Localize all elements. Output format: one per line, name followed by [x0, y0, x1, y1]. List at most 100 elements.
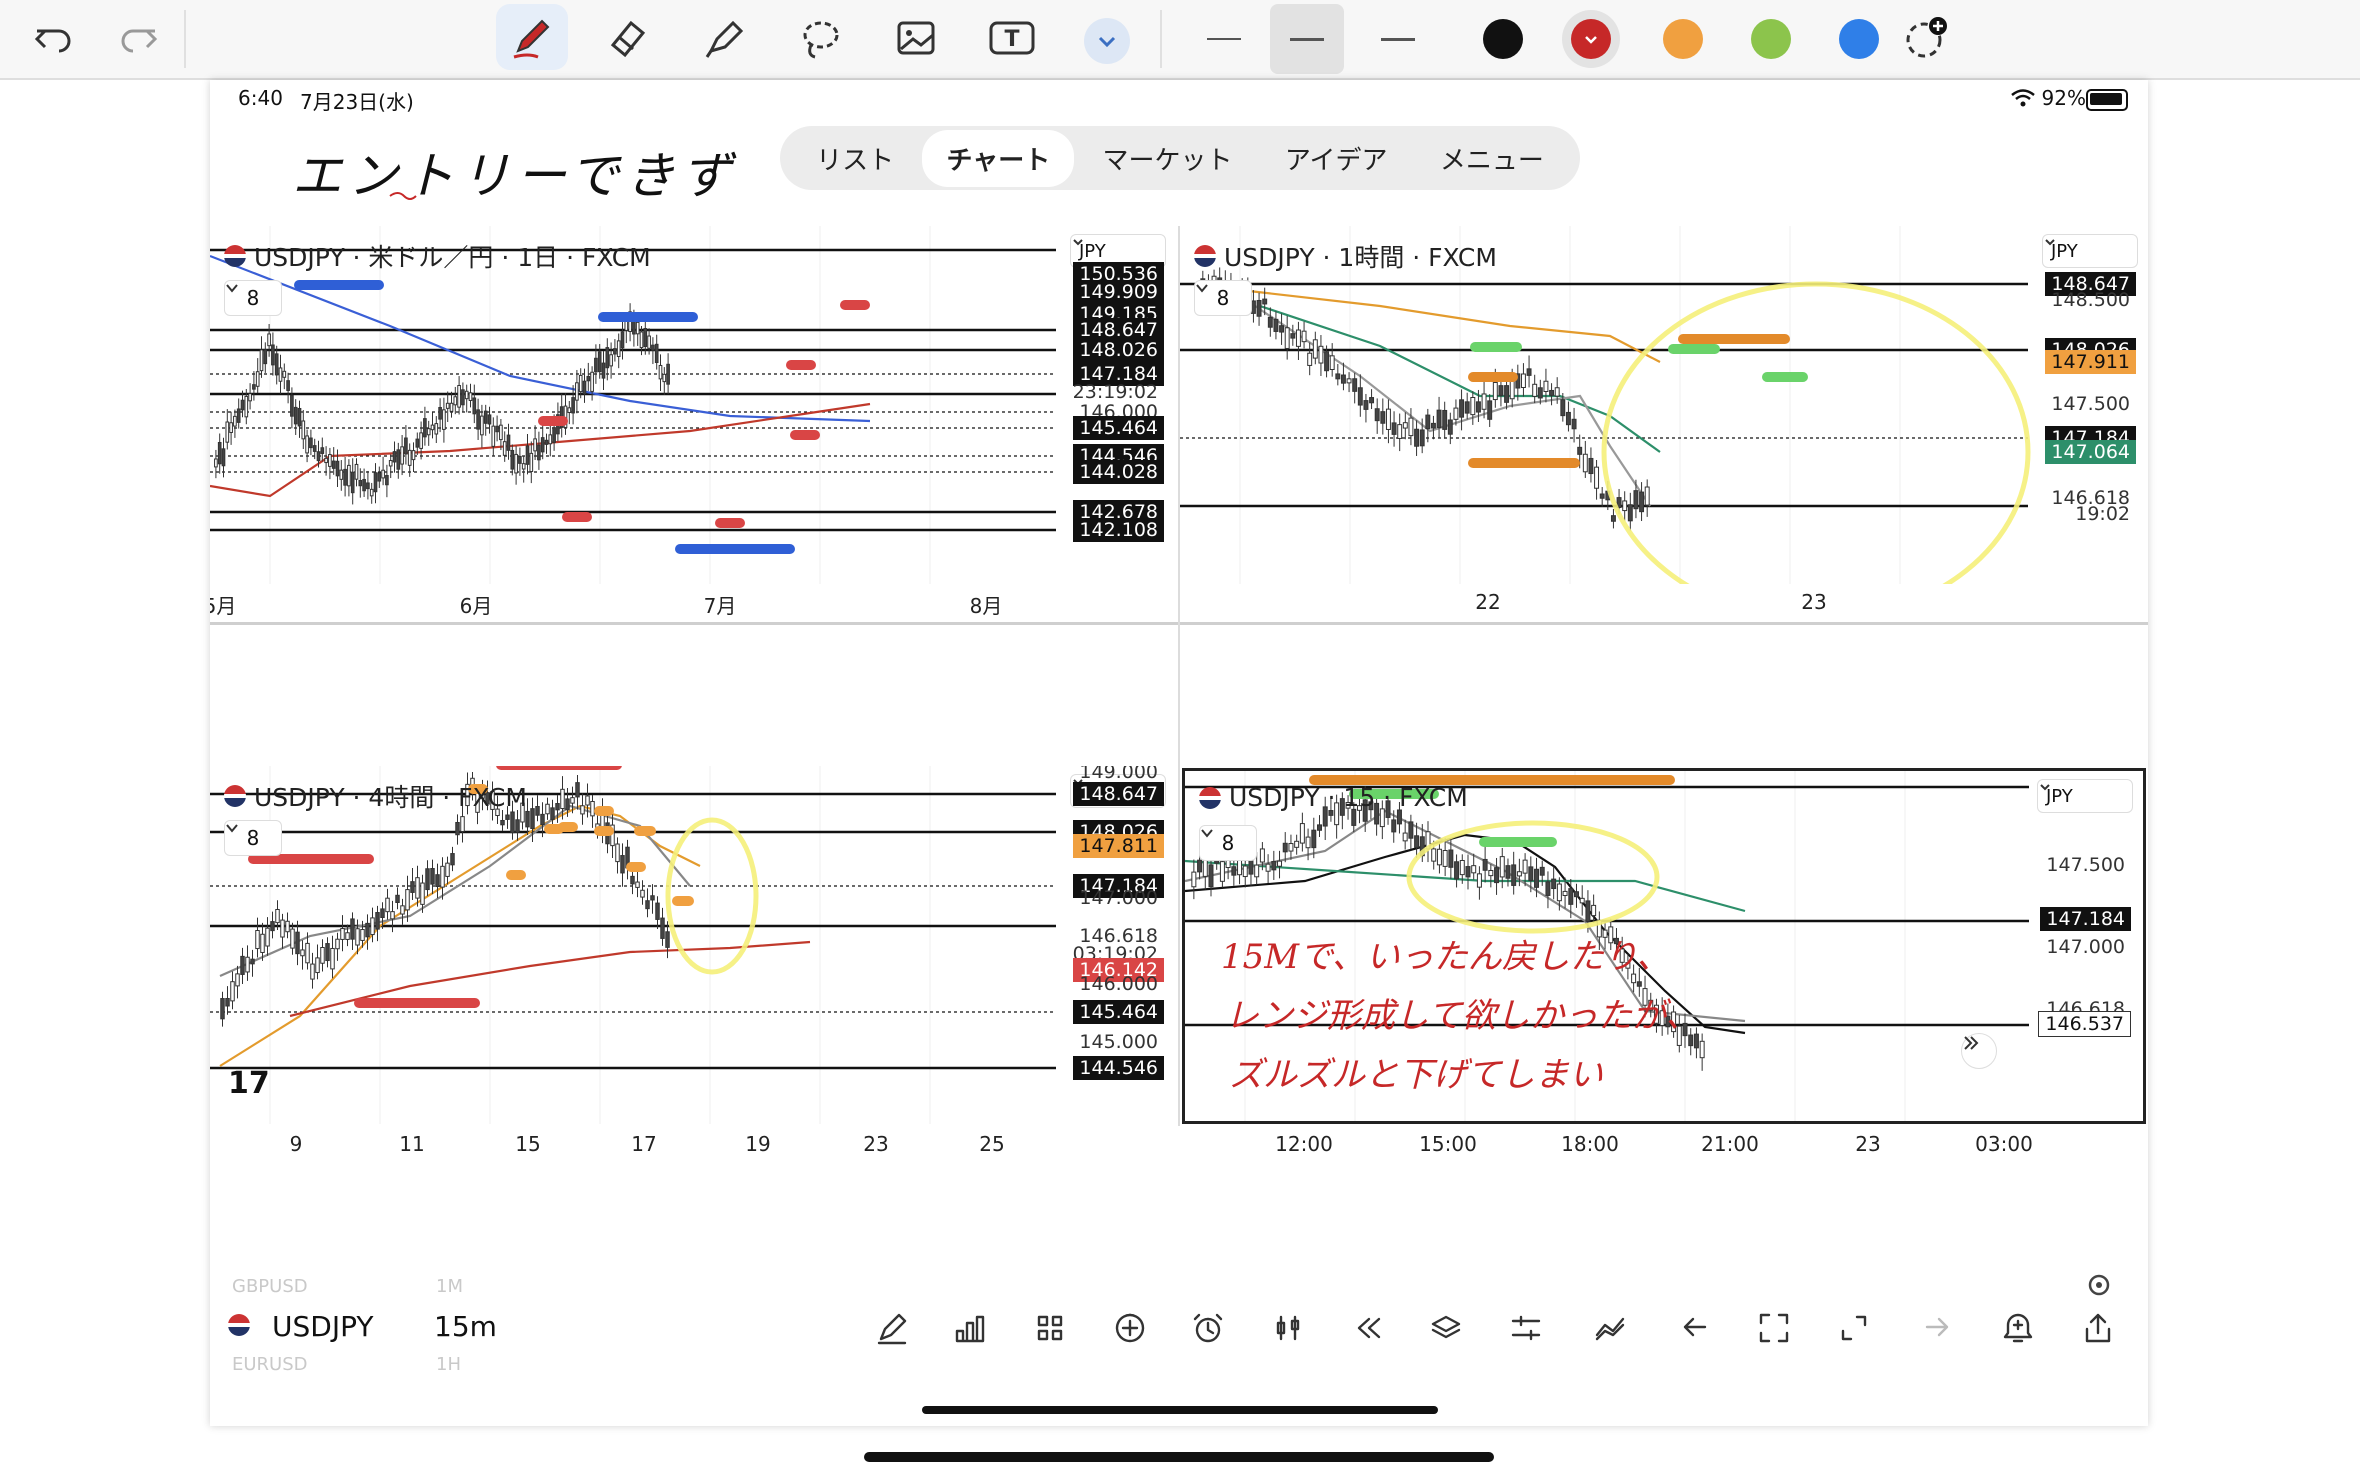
fullscreen-icon[interactable]	[1756, 1310, 1792, 1346]
redo-icon[interactable]	[1918, 1310, 1954, 1346]
chart-canvas[interactable]	[1180, 226, 2148, 584]
chart-panel-15m[interactable]: USDJPY · 15 · FXCM JPY 8 147.500 147.184 147.…	[1182, 768, 2146, 1124]
indicator-toggle[interactable]: 8	[224, 820, 282, 856]
chart-panel-4h[interactable]: USDJPY · 4時間 · FXCMJPY8149.000148.647148…	[210, 766, 1176, 1124]
chart-canvas[interactable]	[210, 766, 1176, 1124]
candle	[286, 380, 290, 391]
layout-icon-glyph	[1037, 1315, 1063, 1341]
candle	[1492, 382, 1498, 401]
candle	[1511, 864, 1517, 886]
indicator-toggle[interactable]: 8	[224, 280, 282, 316]
symbol-selector[interactable]: USDJPY	[272, 1310, 373, 1343]
eraser-icon[interactable]	[598, 10, 658, 66]
candle	[1464, 401, 1470, 414]
layers-icon[interactable]	[1428, 1310, 1464, 1346]
candle	[400, 905, 405, 915]
candle	[370, 917, 375, 936]
pen-icon[interactable]	[496, 4, 568, 70]
candle	[1391, 819, 1397, 833]
currency-select[interactable]: JPY	[2037, 779, 2133, 813]
chart-title[interactable]: USDJPY · 15 · FXCM	[1199, 783, 1468, 812]
highlighter-icon[interactable]	[694, 10, 754, 66]
nav-tab-1[interactable]: リスト	[792, 130, 918, 187]
candle	[529, 452, 534, 472]
candle	[366, 482, 370, 490]
candle	[533, 438, 537, 452]
candle	[442, 409, 446, 430]
candle	[1369, 397, 1375, 404]
candle	[1549, 389, 1555, 396]
currency-select[interactable]: JPY	[2042, 234, 2138, 268]
candle	[550, 807, 555, 820]
undo-icon[interactable]	[28, 14, 78, 64]
candle	[1543, 380, 1549, 392]
chevron-down-icon[interactable]	[1084, 18, 1130, 64]
replay-icon[interactable]	[1350, 1310, 1386, 1346]
candle	[1499, 856, 1505, 878]
candles-icon[interactable]	[1270, 1310, 1306, 1346]
text-icon[interactable]: T	[982, 10, 1042, 66]
nav-tab-2[interactable]: チャート	[922, 129, 1075, 187]
nav-tab-3[interactable]: マーケット	[1079, 130, 1257, 187]
candle	[453, 396, 458, 406]
interval-selector[interactable]: 15m	[434, 1310, 497, 1343]
line-thin-icon[interactable]	[1196, 14, 1252, 64]
image-icon[interactable]	[886, 10, 946, 66]
settings-icon[interactable]	[1508, 1310, 1544, 1346]
color-swatch-5[interactable]	[1830, 10, 1888, 68]
expand-icon[interactable]	[1836, 1310, 1872, 1346]
add-alert-icon[interactable]	[2000, 1310, 2036, 1346]
draw-icon[interactable]	[874, 1310, 910, 1346]
compare-icon-glyph	[1595, 1317, 1625, 1341]
indicator-toggle[interactable]: 8	[1194, 280, 1252, 316]
x-axis-label: 11	[399, 1132, 425, 1156]
compare-icon[interactable]	[1592, 1310, 1628, 1346]
layout-icon[interactable]	[1032, 1310, 1068, 1346]
candle	[270, 921, 275, 932]
line-medium-icon[interactable]	[1270, 4, 1344, 74]
candle	[1453, 407, 1459, 420]
indicator-toggle[interactable]: 8	[1199, 825, 1257, 861]
chart-panel-1h[interactable]: USDJPY · 1時間 · FXCMJPY8148.647148.500148…	[1180, 226, 2148, 584]
chart-panel-daily[interactable]: USDJPY · 米ドル／円 · 1日 · FXCM JPY 8 150.536 149…	[210, 226, 1176, 584]
chart-canvas[interactable]	[210, 226, 1176, 584]
candle	[260, 933, 265, 953]
chart-title[interactable]: USDJPY · 4時間 · FXCM	[224, 778, 527, 814]
indicators-icon[interactable]	[952, 1310, 988, 1346]
candle	[647, 335, 651, 349]
nav-tab-5[interactable]: メニュー	[1416, 130, 1568, 187]
color-swatch-3[interactable]	[1654, 10, 1712, 68]
line-thick-icon[interactable]	[1370, 14, 1426, 64]
candle	[1556, 883, 1562, 902]
add-icon[interactable]	[1112, 1310, 1148, 1346]
candle	[571, 397, 575, 414]
color-swatch-2[interactable]	[1562, 10, 1620, 68]
chart-title[interactable]: USDJPY · 1時間 · FXCM	[1194, 238, 1497, 274]
candle	[1459, 399, 1465, 418]
candle	[1622, 500, 1628, 512]
candle	[1591, 904, 1597, 917]
fast-forward-button[interactable]	[1961, 1033, 1997, 1069]
candle	[415, 438, 420, 448]
tablet-screen: 6:40 7月23日(水) 92% エントリーできず リスト チャート マーケットア…	[210, 80, 2148, 1426]
candle	[613, 348, 617, 355]
candle	[1520, 373, 1526, 389]
chart-title[interactable]: USDJPY · 米ドル／円 · 1日 · FXCM	[224, 238, 651, 274]
lasso-icon[interactable]	[790, 10, 850, 66]
add-color-icon[interactable]	[1898, 10, 1954, 66]
color-swatch-1[interactable]	[1474, 10, 1532, 68]
share-icon[interactable]	[2080, 1310, 2116, 1346]
candle	[500, 819, 505, 826]
candle	[457, 384, 461, 408]
alert-icon[interactable]	[1190, 1310, 1226, 1346]
candle	[360, 929, 365, 941]
candle	[1498, 385, 1504, 396]
undo-icon[interactable]	[1678, 1310, 1714, 1346]
redo-icon[interactable]	[114, 14, 164, 64]
candle	[1282, 842, 1288, 853]
nav-tab-4[interactable]: アイデア	[1261, 130, 1412, 187]
panel-divider-vertical	[1178, 226, 1180, 1126]
color-swatch-4[interactable]	[1742, 10, 1800, 68]
candle	[1294, 840, 1300, 848]
candle	[460, 816, 465, 832]
